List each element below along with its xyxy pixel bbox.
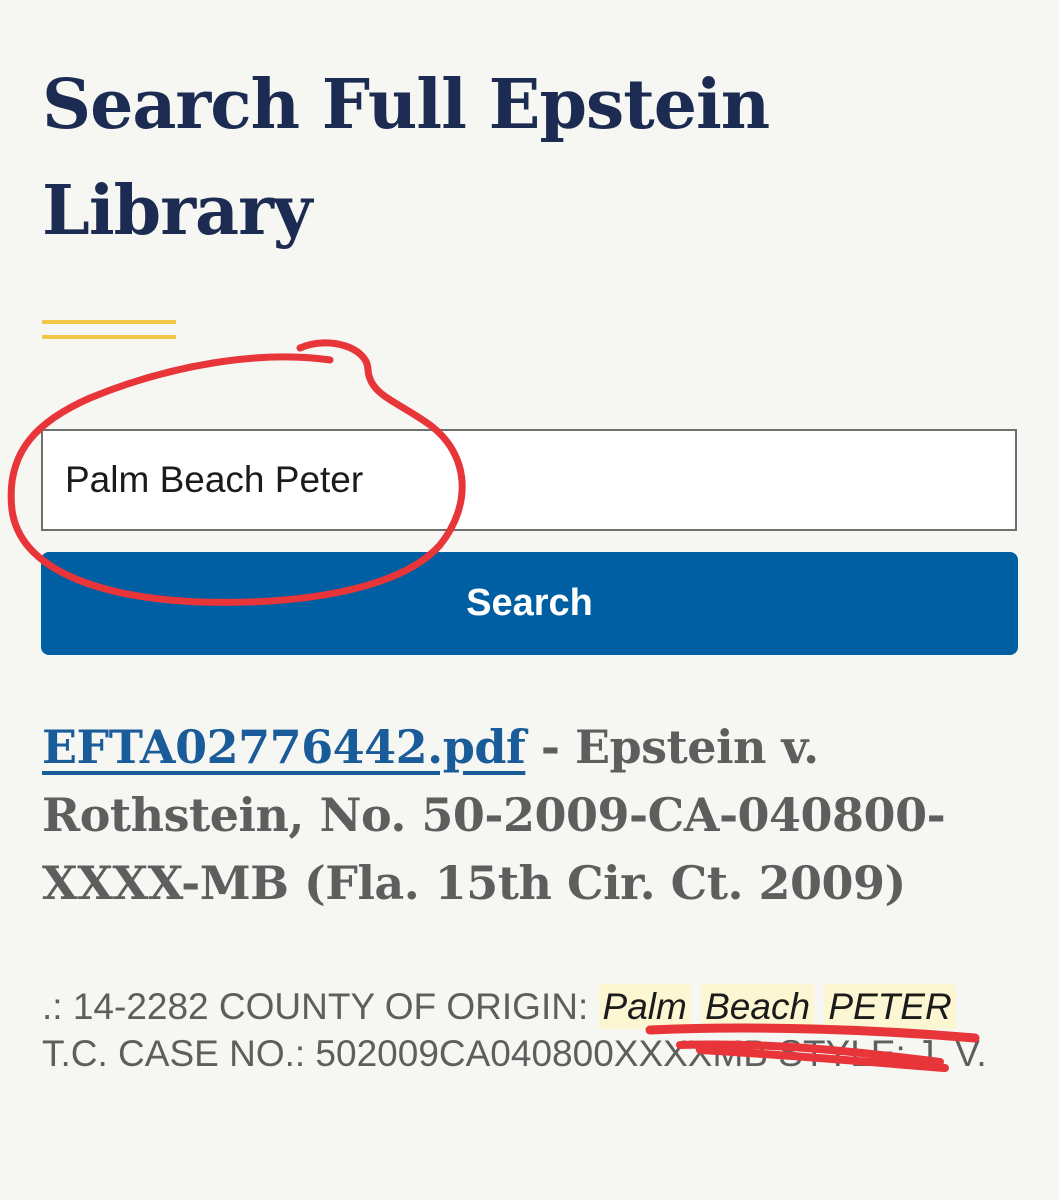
result-heading: EFTA02776442.pdf - Epstein v. Rothstein,…: [42, 713, 1002, 917]
page-title: Search Full Epstein Library: [42, 65, 770, 251]
snippet-highlight-peter: PETER: [824, 984, 956, 1029]
snippet-suffix: T.C. CASE NO.: 502009CA040800XXXXMB STYL…: [42, 1033, 987, 1074]
snippet-highlight-beach: Beach: [701, 984, 815, 1029]
snippet-highlight-palm: Palm: [598, 984, 691, 1029]
search-input[interactable]: [41, 429, 1017, 531]
page: Search Full Epstein Library Search EFTA0…: [0, 0, 1059, 1200]
result-file-link[interactable]: EFTA02776442.pdf: [42, 720, 526, 774]
search-button[interactable]: Search: [41, 552, 1018, 655]
snippet-prefix: .: 14-2282 COUNTY OF ORIGIN:: [42, 986, 599, 1027]
divider-bar-top: [42, 320, 176, 324]
result-snippet: .: 14-2282 COUNTY OF ORIGIN: Palm Beach …: [42, 983, 1022, 1077]
divider-bar-bottom: [42, 335, 176, 339]
result-separator: -: [525, 720, 575, 774]
title-divider: [42, 320, 176, 341]
